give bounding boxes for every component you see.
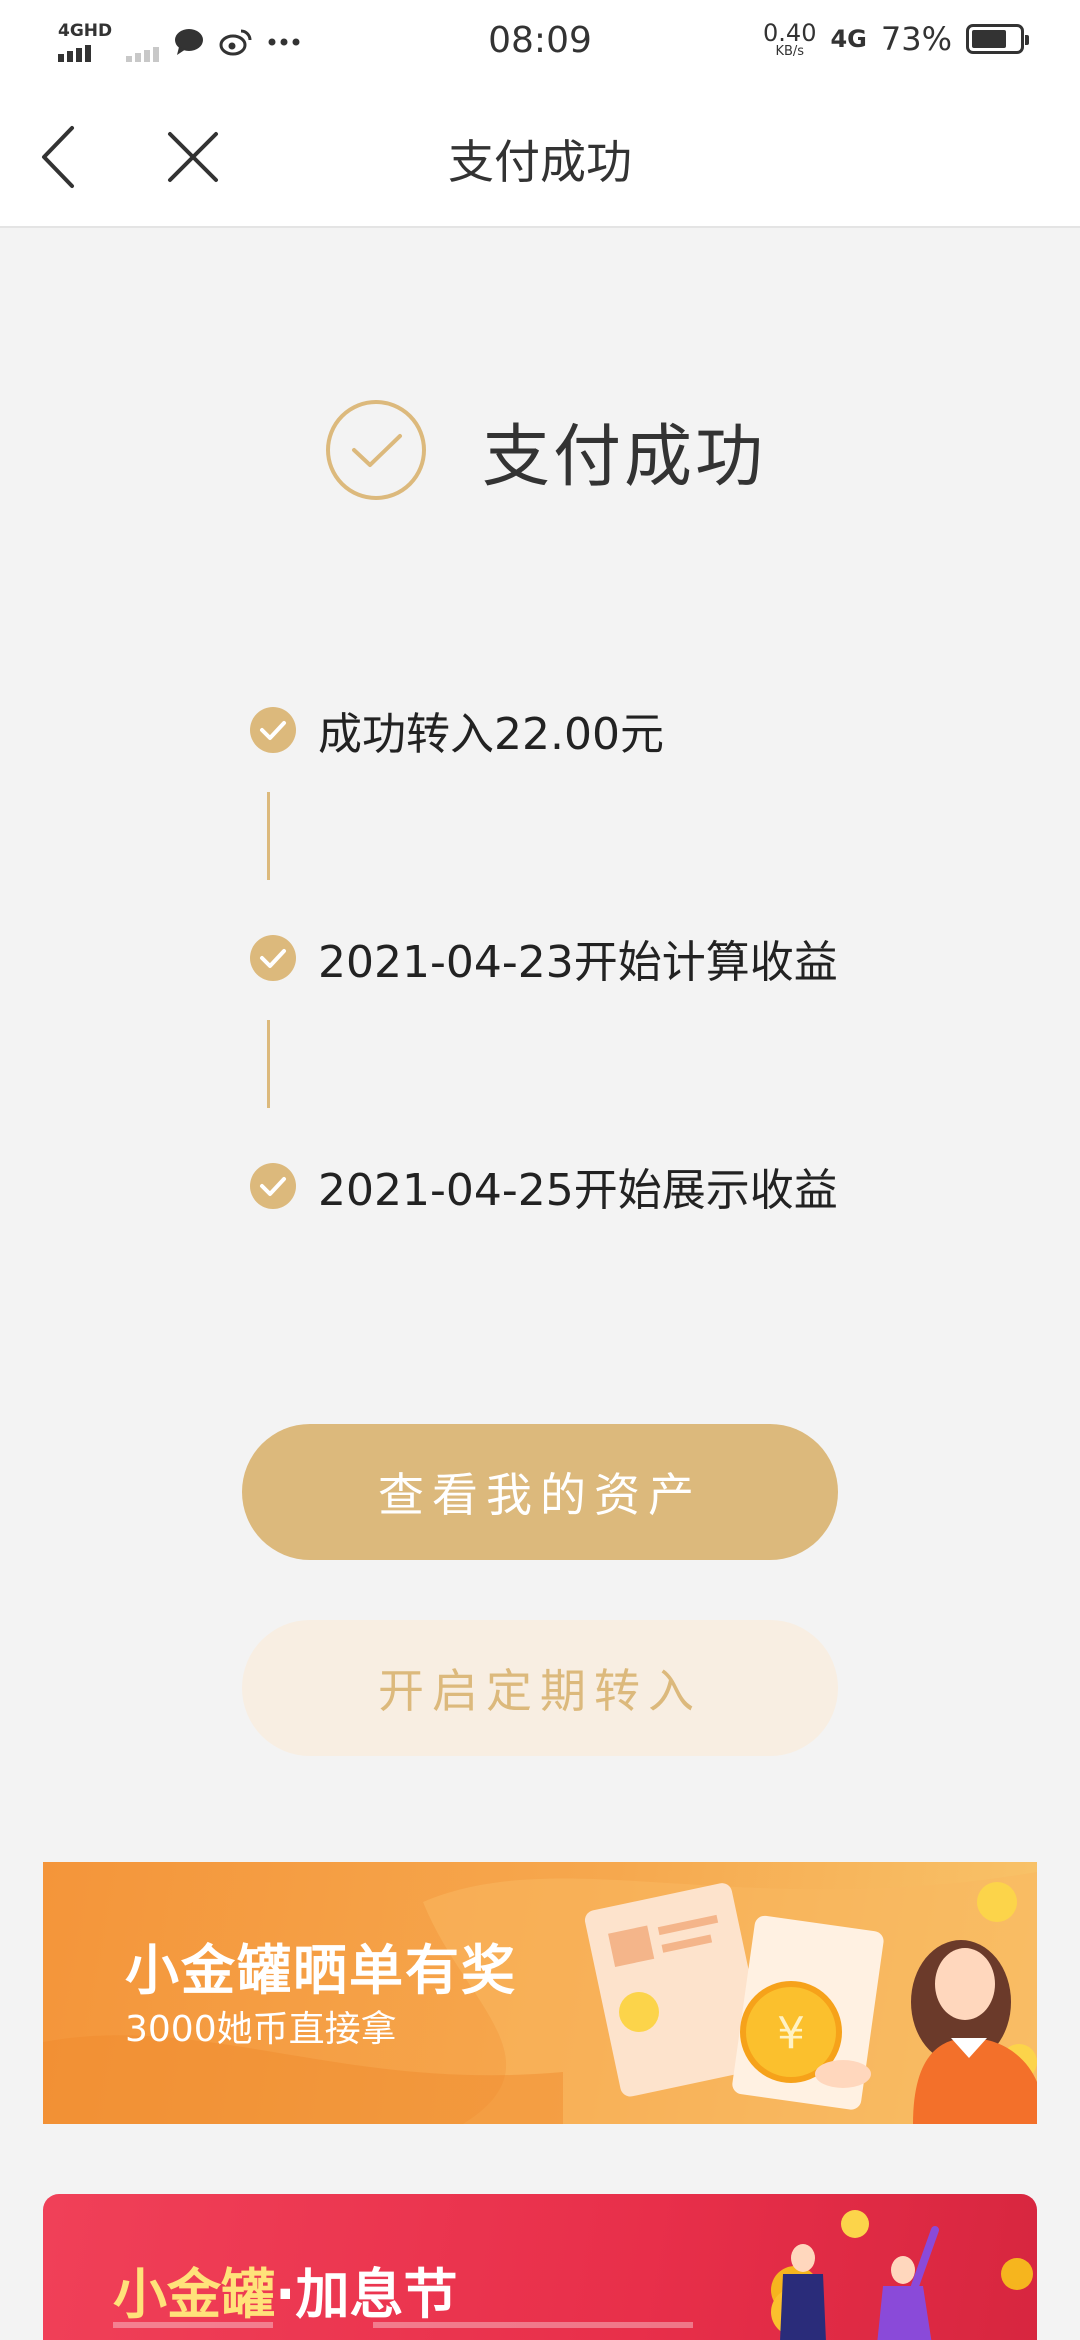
battery-fill bbox=[972, 30, 1006, 48]
success-check-circle-icon bbox=[325, 400, 426, 500]
step-connector bbox=[267, 792, 270, 880]
status-right: 0.40 KB/s 4G 73% bbox=[763, 20, 1029, 58]
success-title: 支付成功 bbox=[481, 417, 766, 497]
banner-title: 小金罐晒单有奖 bbox=[125, 1939, 517, 2002]
step-text: 2021-04-25开始展示收益 bbox=[318, 1165, 838, 1216]
step-item: 2021-04-25开始展示收益 bbox=[250, 1154, 838, 1218]
network-type: 4G bbox=[830, 25, 867, 53]
battery-icon bbox=[966, 24, 1029, 54]
promo-banner-interest[interactable]: 小金罐·加息节 bbox=[43, 2194, 1037, 2340]
step-text: 2021-04-23开始计算收益 bbox=[318, 937, 838, 988]
battery-percent: 73% bbox=[880, 20, 952, 58]
nav-bar: 支付成功 bbox=[0, 86, 1080, 228]
check-circle-icon bbox=[250, 1163, 296, 1209]
banner-subtitle: 3000她币直接拿 bbox=[125, 2009, 397, 2050]
view-my-assets-button[interactable]: 查看我的资产 bbox=[242, 1424, 838, 1560]
page-title: 支付成功 bbox=[448, 135, 632, 189]
step-text: 成功转入22.00元 bbox=[318, 709, 664, 760]
status-bar: 4GHD 08:09 0.40 KB/s 4G 73% bbox=[0, 0, 1080, 86]
enable-scheduled-transfer-button[interactable]: 开启定期转入 bbox=[242, 1620, 838, 1756]
step-item: 2021-04-23开始计算收益 bbox=[250, 926, 838, 990]
net-speed: 0.40 KB/s bbox=[763, 21, 816, 58]
banner2-title: 小金罐·加息节 bbox=[113, 2250, 458, 2329]
step-connector bbox=[267, 1020, 270, 1108]
check-circle-icon bbox=[250, 707, 296, 753]
success-header: 支付成功 bbox=[0, 398, 1080, 502]
coin-symbol: ¥ bbox=[777, 2008, 805, 2059]
promo-banner-share[interactable]: ¥ 小金罐晒单有奖 3000她币直接拿 bbox=[43, 1862, 1037, 2124]
banner2-title-part2: ·加息节 bbox=[275, 2263, 458, 2326]
check-circle-icon bbox=[250, 935, 296, 981]
step-item: 成功转入22.00元 bbox=[250, 698, 664, 762]
banner2-title-part1: 小金罐 bbox=[113, 2263, 275, 2326]
net-speed-value: 0.40 bbox=[763, 18, 817, 47]
net-speed-unit: KB/s bbox=[775, 43, 805, 59]
